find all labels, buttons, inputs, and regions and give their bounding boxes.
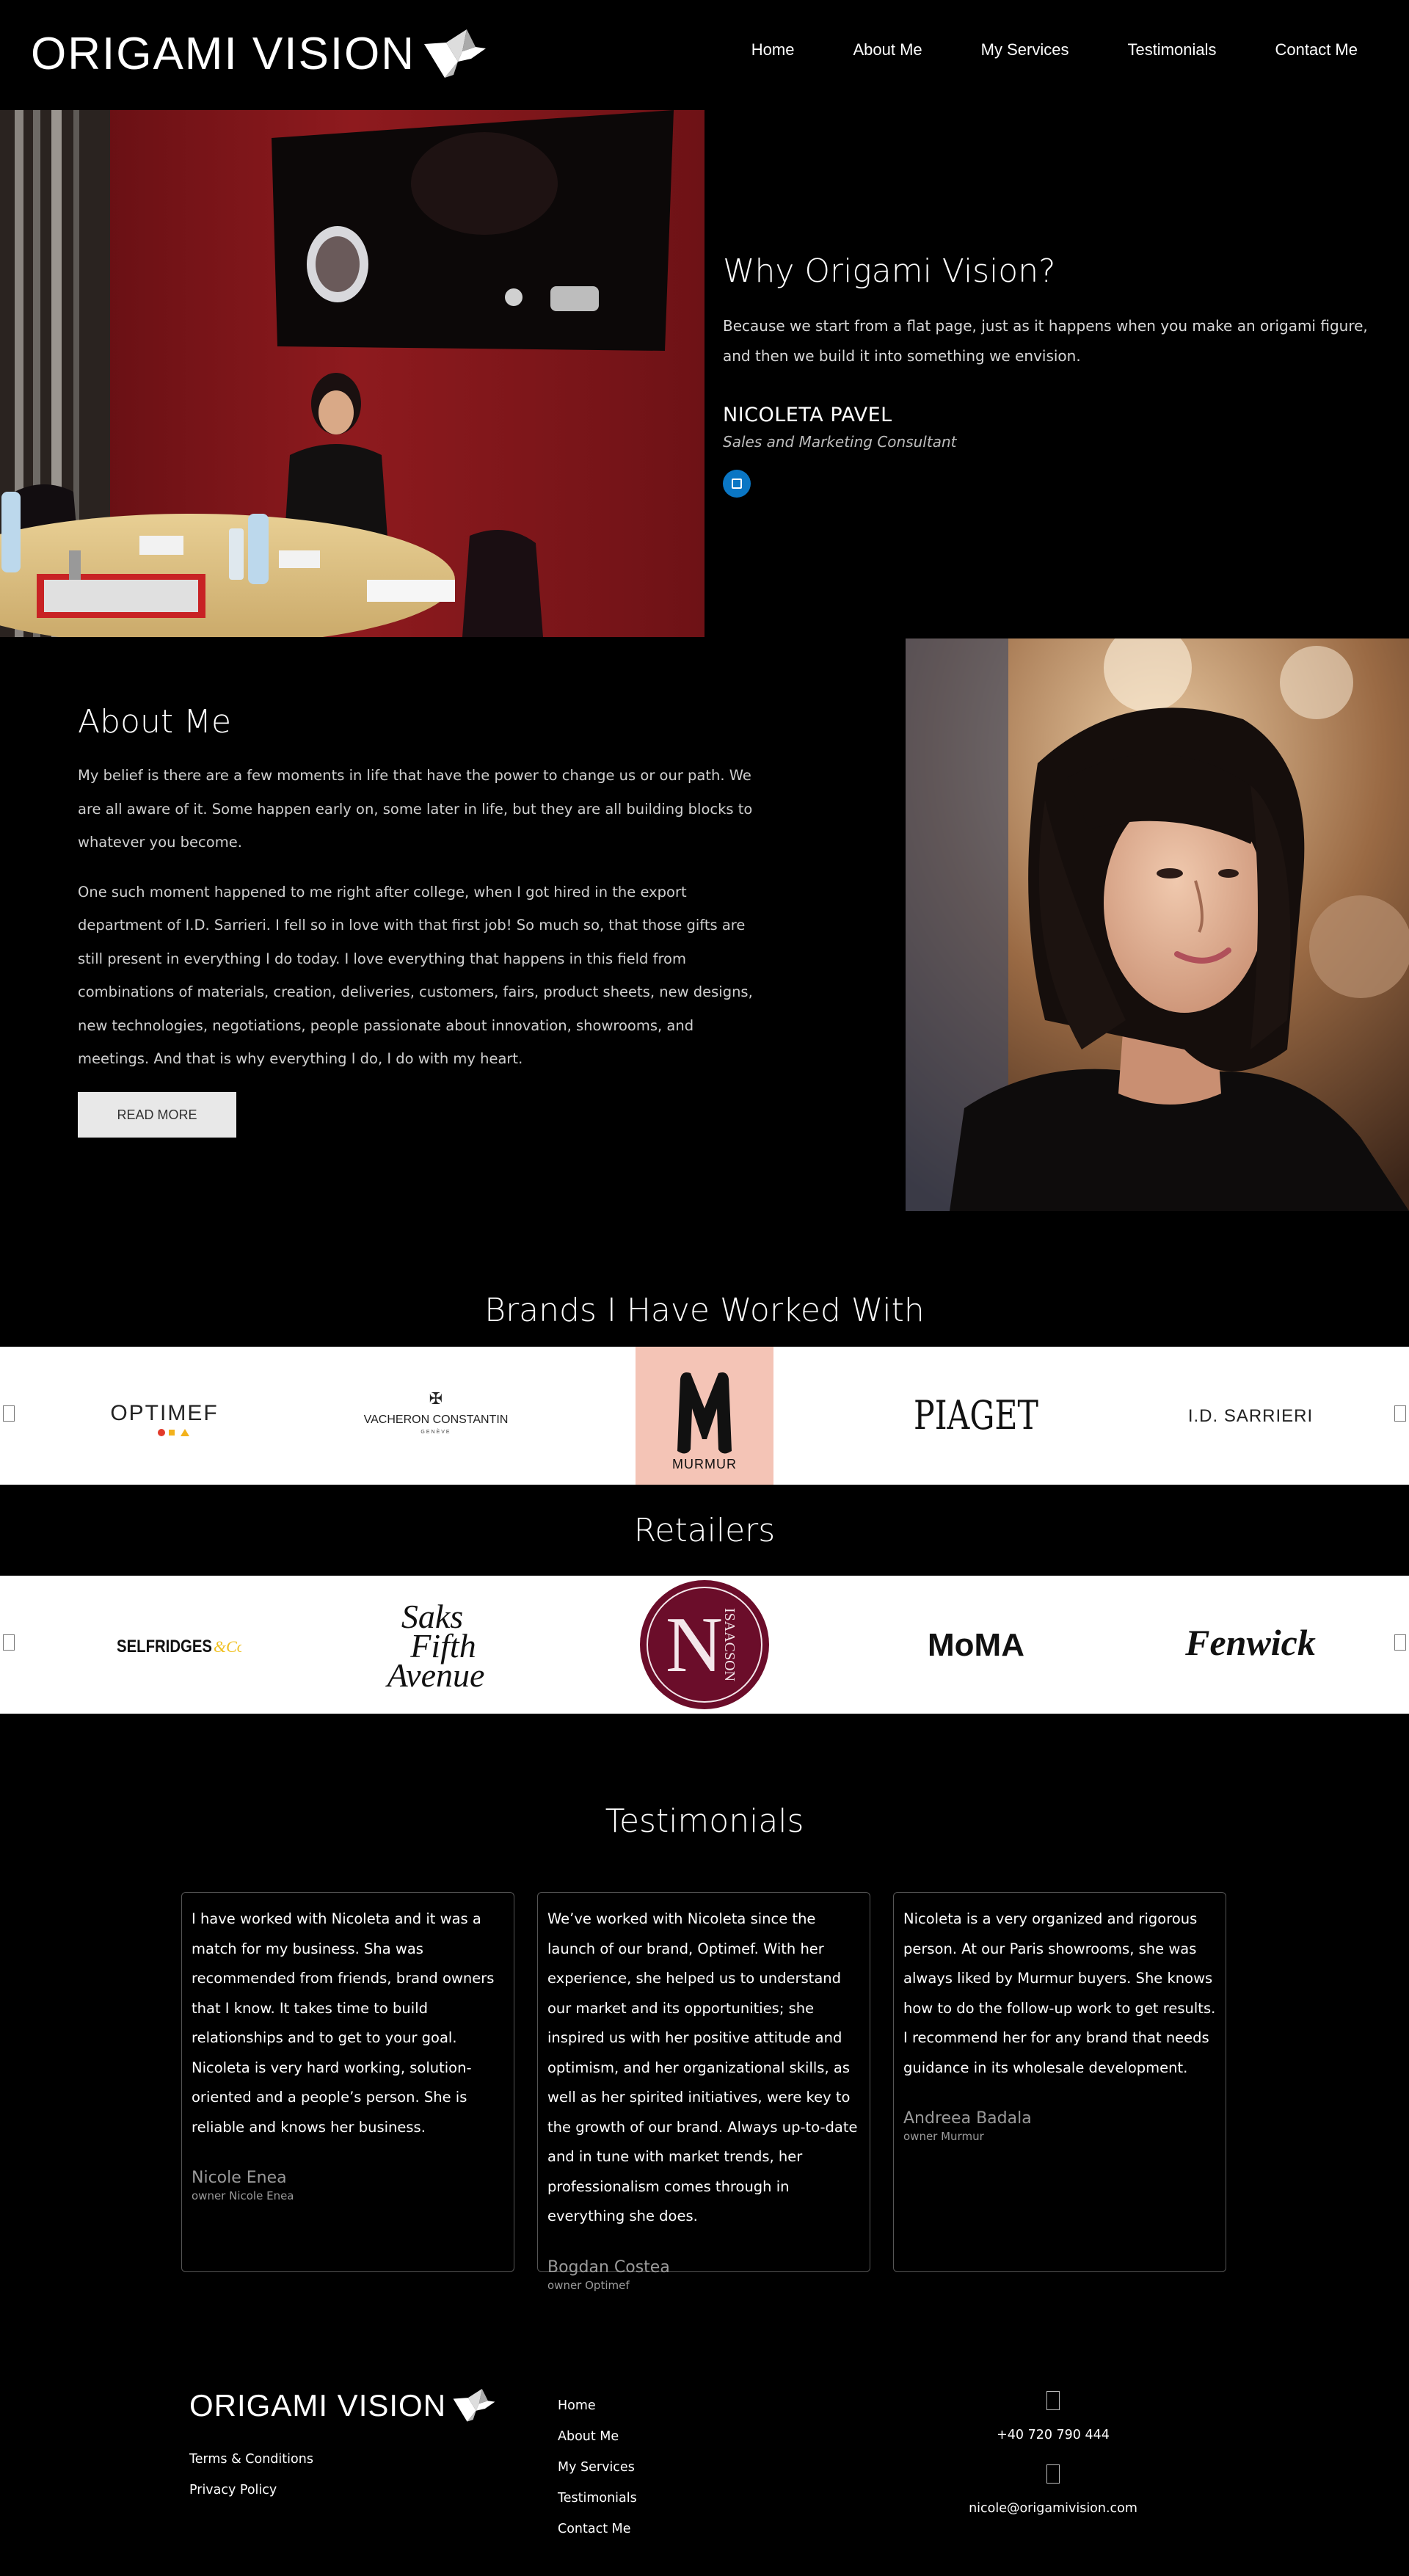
testimonial-role: owner Optimef bbox=[547, 2278, 630, 2292]
hero-name: NICOLETA PAVEL bbox=[723, 404, 892, 426]
brands-carousel: OPTIMEF ✠ VACHERON CONSTANTIN GENÈVE MUR… bbox=[0, 1347, 1409, 1485]
about-title: About Me bbox=[78, 703, 232, 741]
testimonials-title: Testimonials bbox=[605, 1802, 804, 1840]
hero-description: Because we start from a flat page, just … bbox=[723, 317, 1368, 365]
testimonial-author: Andreea Badala bbox=[903, 2109, 1032, 2128]
brand-logo-vacheron-sub: GENÈVE bbox=[420, 1428, 451, 1435]
footer-terms-link[interactable]: Terms & Conditions bbox=[189, 2444, 313, 2475]
chevron-left-icon[interactable] bbox=[3, 1634, 15, 1651]
brand-logo-murmur: MURMUR bbox=[636, 1347, 773, 1485]
brand-logo-vacheron: ✠ VACHERON CONSTANTIN GENÈVE bbox=[345, 1347, 527, 1485]
site-logo[interactable]: ORIGAMI VISION bbox=[31, 26, 487, 82]
footer-nav-contact-me[interactable]: Contact Me bbox=[558, 2514, 637, 2544]
brand-logo-sarrieri: I.D. SARRIERI bbox=[1159, 1347, 1341, 1485]
retailer-logo-fenwick: Fenwick bbox=[1159, 1576, 1341, 1714]
retailers-carousel: SELFRIDGES &Co Saks Fifth Avenue N ISAAC… bbox=[0, 1576, 1409, 1714]
testimonial-role: owner Murmur bbox=[903, 2130, 984, 2143]
phone-icon bbox=[1046, 2391, 1060, 2410]
retailer-logo-selfridges-suffix: &Co bbox=[214, 1637, 241, 1656]
hero-title: Why Origami Vision? bbox=[723, 252, 1056, 290]
email-icon bbox=[1046, 2464, 1060, 2484]
footer-nav-testimonials[interactable]: Testimonials bbox=[558, 2483, 637, 2514]
footer-email[interactable]: nicole@origamivision.com bbox=[936, 2494, 1170, 2523]
footer-nav: Home About Me My Services Testimonials C… bbox=[558, 2390, 637, 2544]
retailer-logo-saks-line3: Avenue bbox=[385, 1656, 485, 1694]
brand-logo-murmur-text: MURMUR bbox=[672, 1457, 737, 1471]
retailer-logo-isaacson-text: ISAACSON bbox=[721, 1608, 738, 1681]
nav-my-services[interactable]: My Services bbox=[981, 38, 1069, 62]
footer-logo[interactable]: ORIGAMI VISION bbox=[189, 2387, 496, 2425]
testimonial-quote: We’ve worked with Nicoleta since the lau… bbox=[547, 1910, 858, 2224]
testimonial-card: I have worked with Nicoleta and it was a… bbox=[181, 1892, 514, 2272]
chevron-right-icon[interactable] bbox=[1394, 1405, 1406, 1422]
chevron-right-icon[interactable] bbox=[1394, 1634, 1406, 1651]
hero-section: Why Origami Vision? Because we start fro… bbox=[0, 110, 1409, 637]
testimonial-quote: Nicoleta is a very organized and rigorou… bbox=[903, 1910, 1216, 2076]
origami-bird-icon bbox=[424, 29, 487, 78]
retailer-logo-moma-text: MoMA bbox=[928, 1627, 1024, 1663]
nav-contact-me[interactable]: Contact Me bbox=[1275, 38, 1358, 62]
retailer-logo-selfridges-text: SELFRIDGES bbox=[117, 1637, 212, 1656]
testimonial-card: Nicoleta is a very organized and rigorou… bbox=[893, 1892, 1226, 2272]
testimonial-quote: I have worked with Nicoleta and it was a… bbox=[192, 1910, 495, 2136]
footer-nav-my-services[interactable]: My Services bbox=[558, 2452, 637, 2483]
logo-text: ORIGAMI VISION bbox=[31, 29, 416, 79]
nav-home[interactable]: Home bbox=[751, 38, 795, 62]
brand-logo-vacheron-text: VACHERON CONSTANTIN bbox=[364, 1413, 509, 1426]
site-header: ORIGAMI VISION Home About Me My Services… bbox=[0, 0, 1409, 110]
hero-text: Why Origami Vision? Because we start fro… bbox=[723, 250, 1383, 498]
brand-logo-optimef-text: OPTIMEF bbox=[110, 1401, 218, 1425]
hero-role: Sales and Marketing Consultant bbox=[723, 433, 957, 451]
read-more-button[interactable]: READ MORE bbox=[78, 1091, 236, 1138]
about-text: About Me My belief is there are a few mo… bbox=[78, 700, 768, 1138]
retailer-logo-moma: MoMA bbox=[885, 1576, 1067, 1714]
testimonial-author: Nicole Enea bbox=[192, 2169, 287, 2187]
nav-testimonials[interactable]: Testimonials bbox=[1127, 38, 1216, 62]
footer-logo-text: ORIGAMI VISION bbox=[189, 2388, 447, 2423]
retailers-title: Retailers bbox=[633, 1512, 776, 1549]
hero-photo bbox=[0, 110, 704, 637]
retailer-logo-isaacson: N ISAACSON bbox=[636, 1576, 773, 1714]
testimonial-role: owner Nicole Enea bbox=[192, 2189, 294, 2202]
about-paragraph-1: My belief is there are a few moments in … bbox=[78, 767, 753, 851]
portrait-photo bbox=[906, 638, 1409, 1211]
footer-legal-links: Terms & Conditions Privacy Policy bbox=[189, 2444, 313, 2506]
retailer-logo-fenwick-text: Fenwick bbox=[1184, 1622, 1316, 1663]
about-paragraph-2: One such moment happened to me right aft… bbox=[78, 883, 753, 1068]
brand-logo-piaget: PIAGET bbox=[885, 1347, 1067, 1485]
svg-text:✠: ✠ bbox=[429, 1390, 443, 1408]
testimonial-author: Bogdan Costea bbox=[547, 2257, 670, 2277]
about-section: About Me My belief is there are a few mo… bbox=[0, 637, 1409, 1211]
retailer-logo-isaacson-mark: N bbox=[666, 1601, 723, 1689]
footer-nav-about-me[interactable]: About Me bbox=[558, 2421, 637, 2452]
linkedin-icon[interactable] bbox=[723, 470, 751, 498]
footer-privacy-link[interactable]: Privacy Policy bbox=[189, 2475, 313, 2506]
nav-about-me[interactable]: About Me bbox=[853, 38, 922, 62]
retailer-logo-saks: Saks Fifth Avenue bbox=[345, 1576, 527, 1714]
origami-bird-icon bbox=[453, 2389, 495, 2422]
brands-title: Brands I Have Worked With bbox=[484, 1292, 925, 1329]
footer-contact: +40 720 790 444 nicole@origamivision.com bbox=[936, 2391, 1170, 2538]
retailer-logo-selfridges: SELFRIDGES &Co bbox=[73, 1576, 255, 1714]
brand-logo-piaget-text: PIAGET bbox=[914, 1392, 1038, 1438]
footer-nav-home[interactable]: Home bbox=[558, 2390, 637, 2421]
chevron-left-icon[interactable] bbox=[3, 1405, 15, 1422]
brand-logo-sarrieri-text: I.D. SARRIERI bbox=[1188, 1406, 1313, 1426]
testimonial-card: We’ve worked with Nicoleta since the lau… bbox=[537, 1892, 870, 2292]
footer-phone[interactable]: +40 720 790 444 bbox=[936, 2420, 1170, 2450]
main-nav: Home About Me My Services Testimonials C… bbox=[693, 38, 1358, 62]
brand-logo-optimef: OPTIMEF bbox=[73, 1347, 255, 1485]
